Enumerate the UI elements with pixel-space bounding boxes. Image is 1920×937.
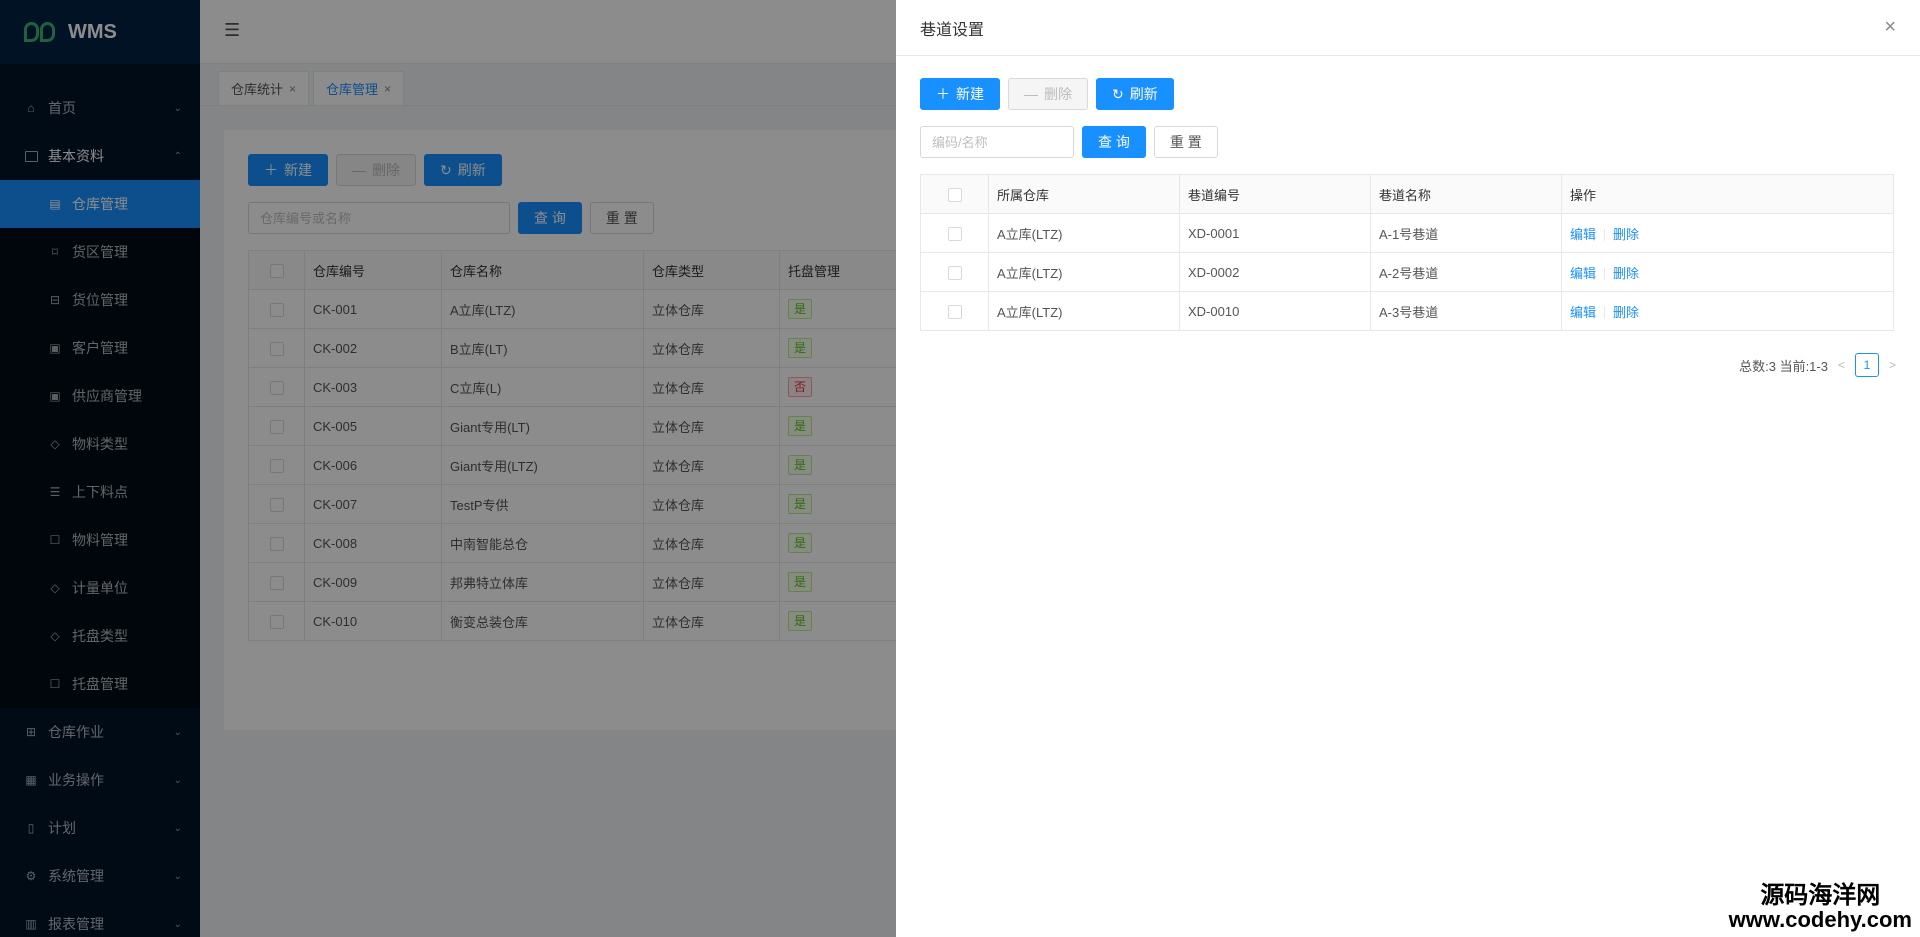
drawer-refresh-button[interactable]: ↻ 刷新 (1096, 78, 1174, 110)
table-row[interactable]: A立库(LTZ) XD-0002 A-2号巷道 编辑 删除 (920, 252, 1894, 292)
close-icon[interactable]: × (1884, 16, 1896, 39)
delete-link[interactable]: 删除 (1613, 305, 1639, 320)
column-header: 操作 (1561, 174, 1894, 214)
lane-code-cell: XD-0010 (1179, 291, 1371, 331)
row-select-cell (920, 213, 989, 253)
lane-table-body: A立库(LTZ) XD-0001 A-1号巷道 编辑 删除 A立库(LTZ) XD-0002… (920, 213, 1894, 331)
watermark: 源码海洋网 www.codehy.com (1729, 883, 1912, 931)
edit-link[interactable]: 编辑 (1570, 266, 1596, 281)
table-row[interactable]: A立库(LTZ) XD-0001 A-1号巷道 编辑 删除 (920, 213, 1894, 253)
delete-button-label: 删除 (1044, 86, 1072, 102)
drawer-search-input[interactable] (920, 126, 1074, 158)
table-header-row: 所属仓库 巷道编号 巷道名称 操作 (920, 174, 1894, 214)
plus-icon: ＋ (936, 86, 950, 102)
lane-actions-cell: 编辑 删除 (1561, 291, 1894, 331)
row-checkbox[interactable] (947, 265, 962, 280)
drawer-new-button[interactable]: ＋ 新建 (920, 78, 1000, 110)
pagination-summary: 总数:3 当前:1-3 (1739, 358, 1828, 374)
lane-settings-drawer: 巷道设置 × ＋新建 —删除 ↻刷新 查 询 重 置 所属仓库 巷 (896, 0, 1920, 937)
lane-actions-cell: 编辑 删除 (1561, 213, 1894, 253)
edit-link[interactable]: 编辑 (1570, 305, 1596, 320)
lane-warehouse-cell: A立库(LTZ) (988, 213, 1180, 253)
lane-table: 所属仓库 巷道编号 巷道名称 操作 A立库(LTZ) XD-0001 A-1号巷道编… (920, 174, 1894, 331)
column-header: 所属仓库 (988, 174, 1180, 214)
select-all-checkbox[interactable] (947, 187, 962, 202)
lane-actions-cell: 编辑 删除 (1561, 252, 1894, 292)
prev-page-icon[interactable]: < (1838, 358, 1845, 372)
next-page-icon[interactable]: > (1889, 358, 1896, 372)
pagination: 总数:3 当前:1-3 < 1 > (920, 353, 1896, 377)
row-select-cell (920, 252, 989, 292)
divider (1604, 229, 1606, 242)
watermark-cn: 源码海洋网 (1760, 881, 1881, 909)
lane-warehouse-cell: A立库(LTZ) (988, 252, 1180, 292)
divider (1604, 268, 1606, 281)
lane-name-cell: A-3号巷道 (1370, 291, 1562, 331)
delete-link[interactable]: 删除 (1613, 266, 1639, 281)
refresh-icon: ↻ (1112, 85, 1124, 102)
drawer-reset-button[interactable]: 重 置 (1153, 126, 1218, 158)
drawer-body: ＋ 新建 — 删除 ↻ 刷新 查 询 重 置 所属仓库 巷道编号 巷道名称 操作 (896, 56, 1920, 399)
watermark-url: www.codehy.com (1728, 906, 1912, 932)
edit-link[interactable]: 编辑 (1570, 227, 1596, 242)
divider (1604, 307, 1606, 320)
delete-link[interactable]: 删除 (1613, 227, 1639, 242)
drawer-title: 巷道设置 (920, 21, 985, 39)
drawer-searchbar: 查 询 重 置 (920, 126, 1896, 158)
row-checkbox[interactable] (947, 304, 962, 319)
lane-code-cell: XD-0001 (1179, 213, 1371, 253)
table-row[interactable]: A立库(LTZ) XD-0010 A-3号巷道 编辑 删除 (920, 291, 1894, 331)
drawer-header: 巷道设置 × (896, 0, 1920, 56)
lane-name-cell: A-1号巷道 (1370, 213, 1562, 253)
lane-warehouse-cell: A立库(LTZ) (988, 291, 1180, 331)
drawer-delete-button[interactable]: — 删除 (1008, 78, 1088, 110)
refresh-button-label: 刷新 (1129, 86, 1158, 102)
lane-name-cell: A-2号巷道 (1370, 252, 1562, 292)
row-select-cell (920, 291, 989, 331)
drawer-query-button[interactable]: 查 询 (1082, 126, 1146, 158)
row-checkbox[interactable] (947, 226, 962, 241)
column-header: 巷道名称 (1370, 174, 1562, 214)
minus-icon: — (1024, 86, 1038, 102)
drawer-toolbar: ＋ 新建 — 删除 ↻ 刷新 (920, 78, 1896, 110)
lane-code-cell: XD-0002 (1179, 252, 1371, 292)
column-header: 巷道编号 (1179, 174, 1371, 214)
select-all-cell (920, 174, 989, 214)
new-button-label: 新建 (956, 86, 984, 102)
page-number[interactable]: 1 (1854, 353, 1879, 377)
